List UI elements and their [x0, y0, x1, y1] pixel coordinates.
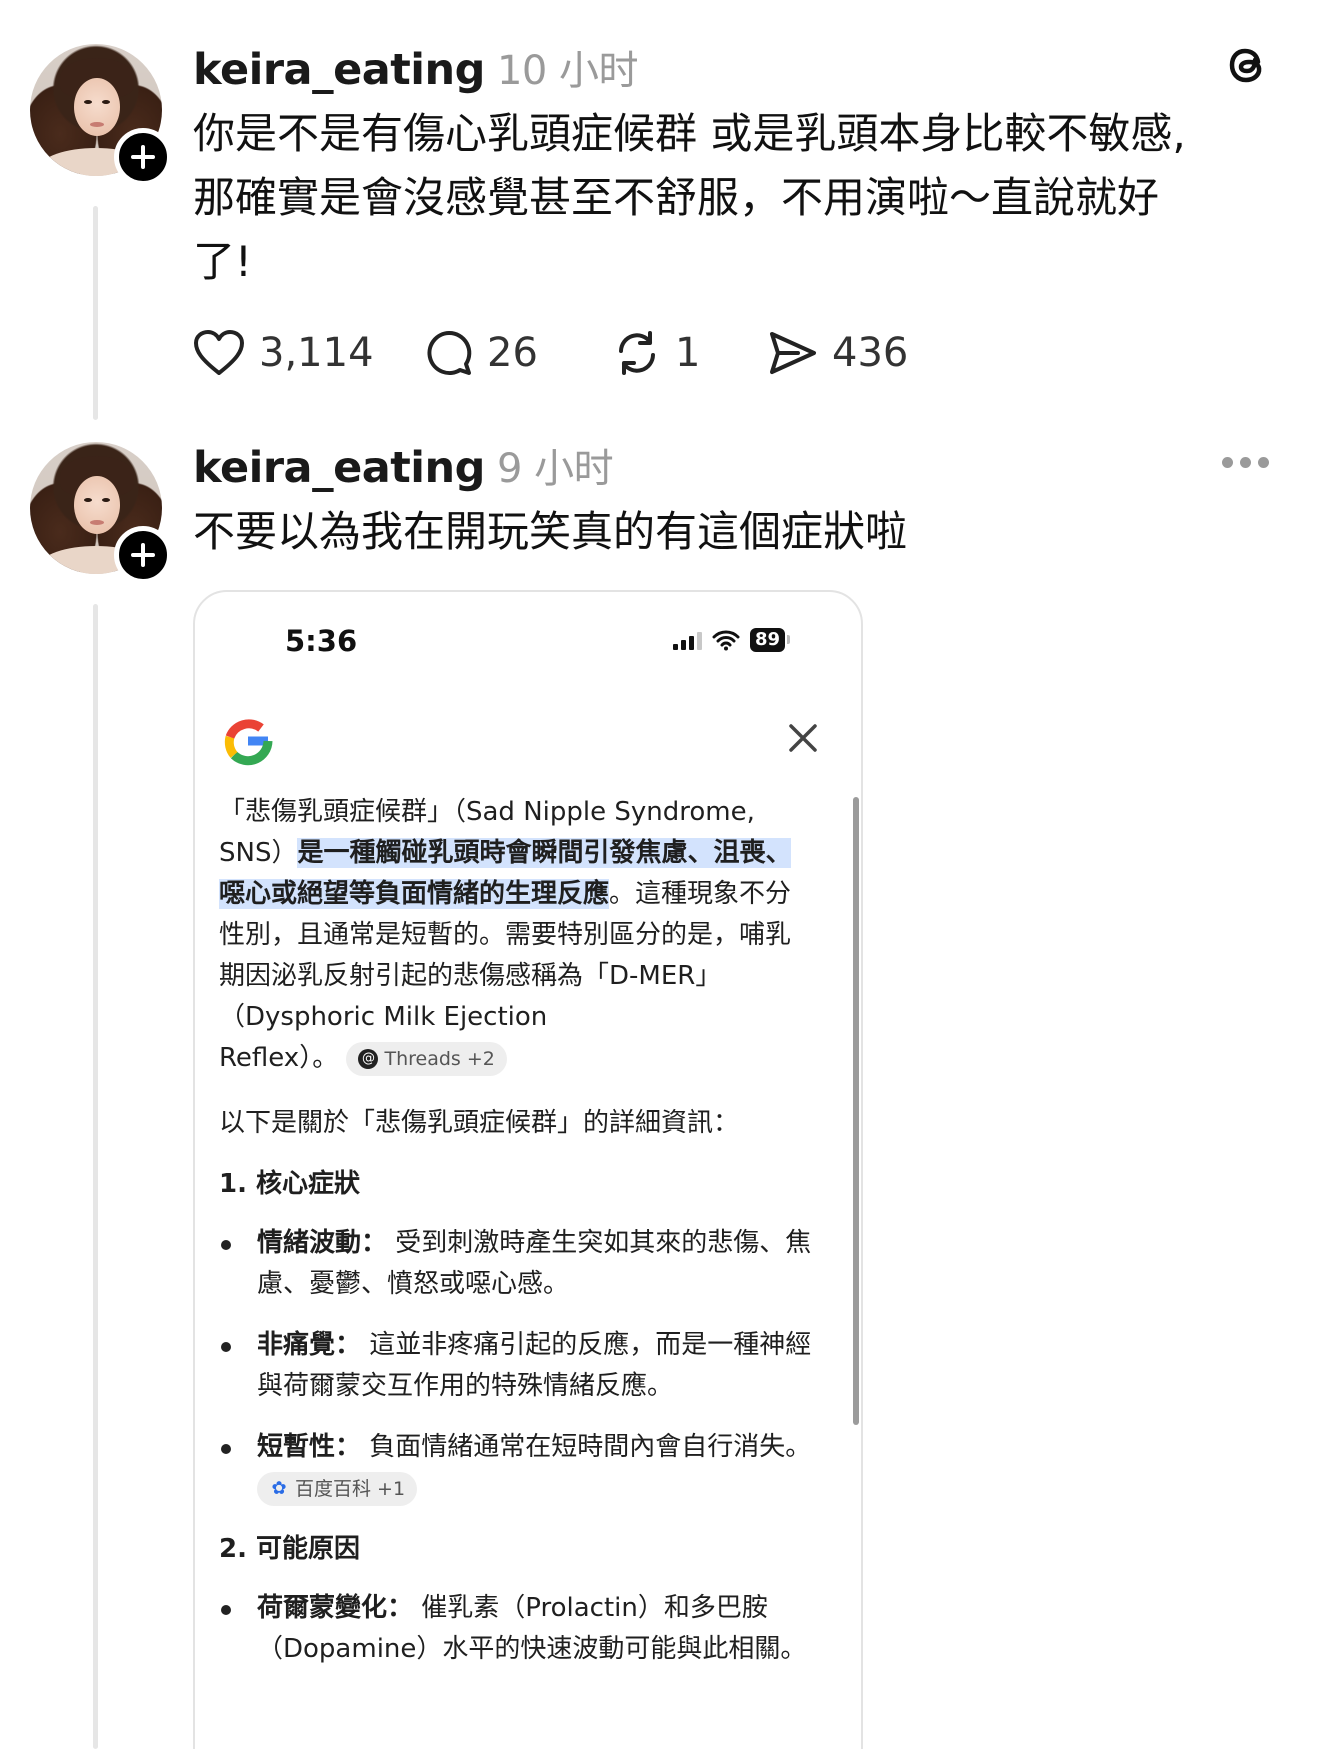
post-header: keira_eating 10 小时: [193, 38, 639, 96]
post-text-line: 你是不是有傷心乳頭症候群 或是乳頭本身比較不敏感,: [193, 109, 1186, 158]
list-item: 非痛覺： 這並非疼痛引起的反應，而是一種神經與荷爾蒙交互作用的特殊情緒反應。: [219, 1325, 819, 1407]
cause-list: 荷爾蒙變化： 催乳素（Prolactin）和多巴胺（Dopamine）水平的快速…: [219, 1588, 819, 1670]
post-text-line: 了!: [193, 237, 252, 286]
item-text: 負面情緒通常在短時間內會自行消失。: [361, 1432, 812, 1462]
share-count: 436: [832, 330, 909, 376]
attached-screenshot[interactable]: 5:36 89 「悲傷乳頭症候群」（Sad Nipple Syndrome, S…: [193, 590, 863, 1749]
thread-connector-line: [93, 604, 98, 1749]
repost-icon: [619, 331, 655, 375]
ai-overview-content: 「悲傷乳頭症候群」（Sad Nipple Syndrome, SNS）是一種觸碰…: [219, 792, 819, 1690]
like-button[interactable]: 3,114: [193, 326, 374, 380]
repost-button[interactable]: 1: [613, 326, 700, 380]
threads-logo-icon[interactable]: [1222, 40, 1272, 90]
list-item: 荷爾蒙變化： 催乳素（Prolactin）和多巴胺（Dopamine）水平的快速…: [219, 1588, 819, 1670]
send-icon: [770, 332, 816, 374]
post-text: 你是不是有傷心乳頭症候群 或是乳頭本身比較不敏感, 那確實是會沒感覺甚至不舒服，…: [193, 102, 1263, 294]
close-icon[interactable]: [785, 720, 821, 756]
google-logo-icon: [224, 719, 273, 766]
detail-intro: 以下是關於「悲傷乳頭症候群」的詳細資訊：: [219, 1108, 740, 1138]
source-chip[interactable]: ✿ 百度百科 +1: [257, 1471, 418, 1506]
source-chip[interactable]: @ Threads +2: [346, 1041, 507, 1076]
list-item: 短暫性： 負面情緒通常在短時間內會自行消失。 ✿ 百度百科 +1: [219, 1427, 819, 1509]
scrollbar[interactable]: [853, 797, 859, 1425]
share-button[interactable]: 436: [768, 326, 908, 380]
battery-icon: 89: [750, 628, 791, 652]
timestamp: 9 小时: [496, 446, 614, 492]
symptom-list: 情緒波動： 受到刺激時產生突如其來的悲傷、焦慮、憂鬱、憤怒或噁心感。 非痛覺： …: [219, 1223, 819, 1509]
follow-button[interactable]: [114, 526, 172, 584]
list-item: 情緒波動： 受到刺激時產生突如其來的悲傷、焦慮、憂鬱、憤怒或噁心感。: [219, 1223, 819, 1305]
baidu-paw-icon: ✿: [271, 1477, 287, 1499]
highlighted-text: 是一種觸碰乳頭時會瞬間引發焦慮、沮喪、: [297, 838, 792, 868]
plus-icon: [131, 543, 155, 567]
intro-line: （Dysphoric Milk Ejection: [219, 1002, 548, 1032]
intro-line: 「悲傷乳頭症候群」（Sad Nipple Syndrome,: [219, 797, 755, 827]
reply-button[interactable]: 26: [425, 326, 538, 380]
threads-page: keira_eating 10 小时 你是不是有傷心乳頭症候群 或是乳頭本身比較不…: [0, 0, 1320, 1749]
repost-count: 1: [675, 330, 701, 376]
username[interactable]: keira_eating: [193, 45, 485, 95]
overview-intro: 「悲傷乳頭症候群」（Sad Nipple Syndrome, SNS）是一種觸碰…: [219, 792, 819, 1079]
status-time: 5:36: [285, 624, 358, 658]
intro-line: 期因泌乳反射引起的悲傷感稱為「D-MER」: [219, 961, 722, 991]
item-label: 荷爾蒙變化：: [257, 1593, 414, 1623]
heart-icon: [194, 330, 244, 375]
intro-text: SNS）: [219, 838, 298, 868]
intro-text: 。這種現象不分: [609, 879, 792, 909]
follow-button[interactable]: [114, 128, 172, 186]
section-title: 1. 核心症狀: [219, 1169, 361, 1199]
item-label: 非痛覺：: [257, 1330, 362, 1360]
intro-line: 性別，且通常是短暫的。需要特別區分的是，哺乳: [219, 920, 792, 950]
intro-line: SNS）是一種觸碰乳頭時會瞬間引發焦慮、沮喪、: [219, 833, 819, 874]
timestamp: 10 小时: [496, 48, 639, 94]
post-text: 不要以為我在開玩笑真的有這個症狀啦: [193, 507, 908, 556]
post-text-line: 那確實是會沒感覺甚至不舒服，不用演啦～直說就好: [193, 173, 1160, 222]
intro-text: Reflex）。: [219, 1043, 339, 1073]
post-header: keira_eating 9 小时: [193, 436, 614, 494]
like-count: 3,114: [259, 330, 374, 376]
intro-line: Reflex）。 @ Threads +2: [219, 1038, 819, 1079]
username[interactable]: keira_eating: [193, 443, 485, 493]
intro-line: 噁心或絕望等負面情緒的生理反應。這種現象不分: [219, 874, 819, 915]
chip-label: Threads +2: [384, 1047, 495, 1070]
highlighted-text: 噁心或絕望等負面情緒的生理反應: [219, 879, 610, 909]
more-options-button[interactable]: [1222, 450, 1274, 474]
reply-count: 26: [487, 330, 538, 376]
signal-icon: [673, 630, 702, 650]
status-icons: 89: [673, 628, 791, 652]
wifi-icon: [712, 630, 740, 651]
more-dots-icon: [1222, 456, 1233, 468]
threads-source-icon: @: [358, 1048, 379, 1069]
item-label: 情緒波動：: [257, 1228, 388, 1258]
comment-icon: [427, 330, 472, 375]
chip-label: 百度百科 +1: [295, 1477, 406, 1500]
thread-connector-line: [93, 206, 98, 420]
plus-icon: [131, 145, 155, 169]
item-label: 短暫性：: [257, 1432, 362, 1462]
section-title: 2. 可能原因: [219, 1534, 361, 1564]
